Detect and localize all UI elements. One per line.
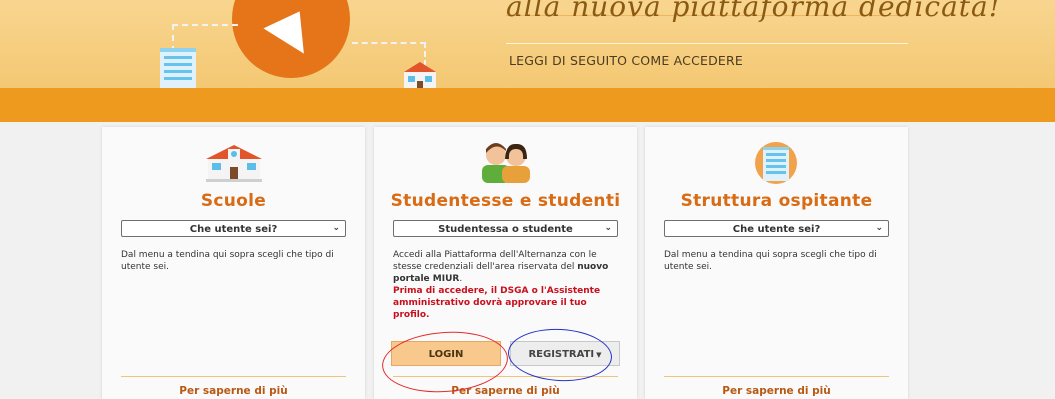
card-description: Dal menu a tendina qui sopra scegli che …	[121, 250, 334, 272]
chevron-down-icon: ⌄	[875, 223, 883, 233]
select-value: Che utente sei?	[189, 224, 278, 235]
card-description: Accedi alla Piattaforma dell'Alternanza …	[393, 249, 621, 321]
user-type-select[interactable]: Che utente sei? ⌄	[121, 220, 346, 237]
chevron-down-icon: ⌄	[332, 223, 340, 233]
select-value: Che utente sei?	[732, 224, 821, 235]
office-building-icon	[160, 48, 196, 88]
user-type-select[interactable]: Studentessa o studente ⌄	[393, 220, 618, 237]
banner-strip	[0, 88, 1055, 122]
card-scuole: Scuole Che utente sei? ⌄ Dal menu a tendi…	[102, 127, 365, 399]
banner-tagline: alla nuova piattaforma dedicata!	[506, 0, 1001, 23]
card-title: Struttura ospitante	[680, 191, 873, 211]
divider	[664, 376, 889, 377]
card-struttura: Struttura ospitante Che utente sei? ⌄ Dal…	[645, 127, 908, 399]
chevron-down-icon: ⌄	[604, 223, 612, 233]
card-title: Studentesse e studenti	[390, 191, 621, 211]
card-description: Dal menu a tendina qui sopra scegli che …	[664, 250, 877, 272]
banner-subtitle: LEGGI DI SEGUITO COME ACCEDERE	[509, 53, 743, 68]
divider	[121, 376, 346, 377]
school-building-icon	[404, 62, 436, 88]
user-type-select[interactable]: Che utente sei? ⌄	[664, 220, 889, 237]
office-building-icon	[755, 142, 797, 184]
description-text: .	[459, 274, 463, 284]
card-title: Scuole	[200, 191, 267, 211]
school-building-icon	[206, 145, 262, 182]
header-banner: alla nuova piattaforma dedicata! LEGGI D…	[0, 0, 1055, 88]
more-info-link[interactable]: Per saperne di più	[645, 385, 908, 397]
students-icon	[482, 143, 530, 183]
warning-text: Prima di accedere, il DSGA o l'Assistent…	[393, 286, 601, 320]
divider	[506, 43, 908, 44]
select-value: Studentessa o studente	[438, 224, 573, 235]
description-text: Accedi alla Piattaforma dell'Alternanza …	[393, 250, 597, 272]
more-info-link[interactable]: Per saperne di più	[102, 385, 365, 397]
